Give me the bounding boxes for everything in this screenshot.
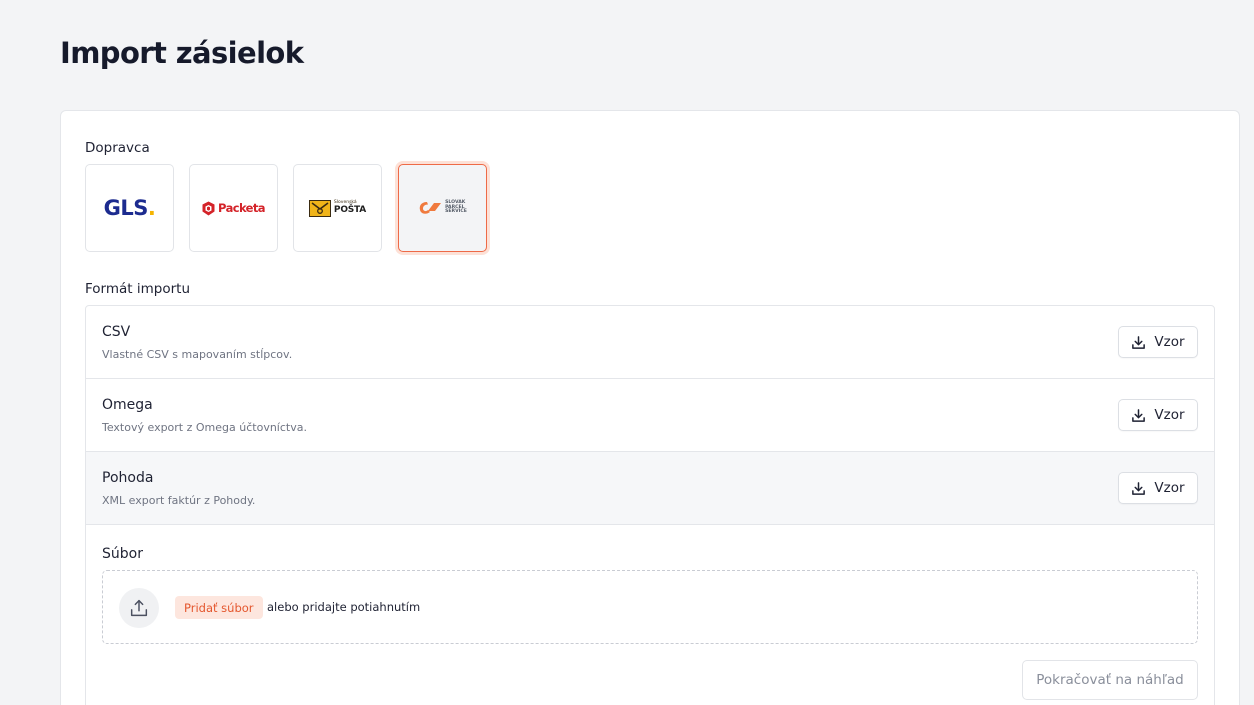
format-title: Pohoda bbox=[102, 470, 154, 486]
format-description: Vlastné CSV s mapovaním stĺpcov. bbox=[102, 348, 293, 361]
format-description: Textový export z Omega účtovníctva. bbox=[102, 421, 307, 434]
omega-sample-download-button[interactable]: Vzor bbox=[1118, 399, 1198, 431]
carrier-option-packeta[interactable]: Packeta bbox=[189, 164, 278, 252]
format-option-csv[interactable]: CSV Vlastné CSV s mapovaním stĺpcov. Vzo… bbox=[86, 306, 1214, 379]
carrier-option-sps[interactable]: SLOVAK PARCEL SERVICE bbox=[398, 164, 487, 252]
format-option-pohoda[interactable]: Pohoda XML export faktúr z Pohody. Vzor bbox=[86, 452, 1214, 525]
download-icon bbox=[1132, 481, 1146, 495]
carrier-option-posta[interactable]: Slovenská POŠTA bbox=[293, 164, 382, 252]
packeta-logo: Packeta bbox=[202, 201, 266, 216]
pohoda-sample-download-button[interactable]: Vzor bbox=[1118, 472, 1198, 504]
format-label: Formát importu bbox=[85, 281, 190, 297]
format-title: CSV bbox=[102, 324, 131, 340]
posta-logo: Slovenská POŠTA bbox=[308, 199, 366, 217]
carrier-option-gls[interactable]: GLS. bbox=[85, 164, 174, 252]
sps-logo: SLOVAK PARCEL SERVICE bbox=[418, 200, 467, 216]
file-dropzone[interactable]: Pridať súbor alebo pridajte potiahnutím bbox=[102, 570, 1198, 644]
gls-logo: GLS. bbox=[103, 196, 156, 220]
format-title: Omega bbox=[102, 397, 153, 413]
download-icon bbox=[1132, 335, 1146, 349]
file-label: Súbor bbox=[102, 546, 143, 562]
format-option-omega[interactable]: Omega Textový export z Omega účtovníctva… bbox=[86, 379, 1214, 452]
page-title: Import zásielok bbox=[60, 36, 304, 70]
continue-to-preview-button[interactable]: Pokračovať na náhľad bbox=[1022, 660, 1198, 700]
carrier-label: Dopravca bbox=[85, 140, 150, 156]
download-icon bbox=[1132, 408, 1146, 422]
csv-sample-download-button[interactable]: Vzor bbox=[1118, 326, 1198, 358]
upload-icon-wrapper bbox=[119, 588, 159, 628]
import-card: Dopravca GLS. Packeta Slovenská POŠTA SL… bbox=[60, 110, 1240, 705]
sps-swoosh-icon bbox=[419, 202, 442, 214]
posta-horn-icon bbox=[308, 199, 331, 217]
packeta-box-icon bbox=[202, 201, 215, 215]
upload-icon bbox=[130, 599, 148, 617]
add-file-button[interactable]: Pridať súbor bbox=[175, 596, 263, 619]
format-description: XML export faktúr z Pohody. bbox=[102, 494, 256, 507]
drop-hint: alebo pridajte potiahnutím bbox=[267, 600, 421, 614]
format-list: CSV Vlastné CSV s mapovaním stĺpcov. Vzo… bbox=[85, 305, 1215, 705]
